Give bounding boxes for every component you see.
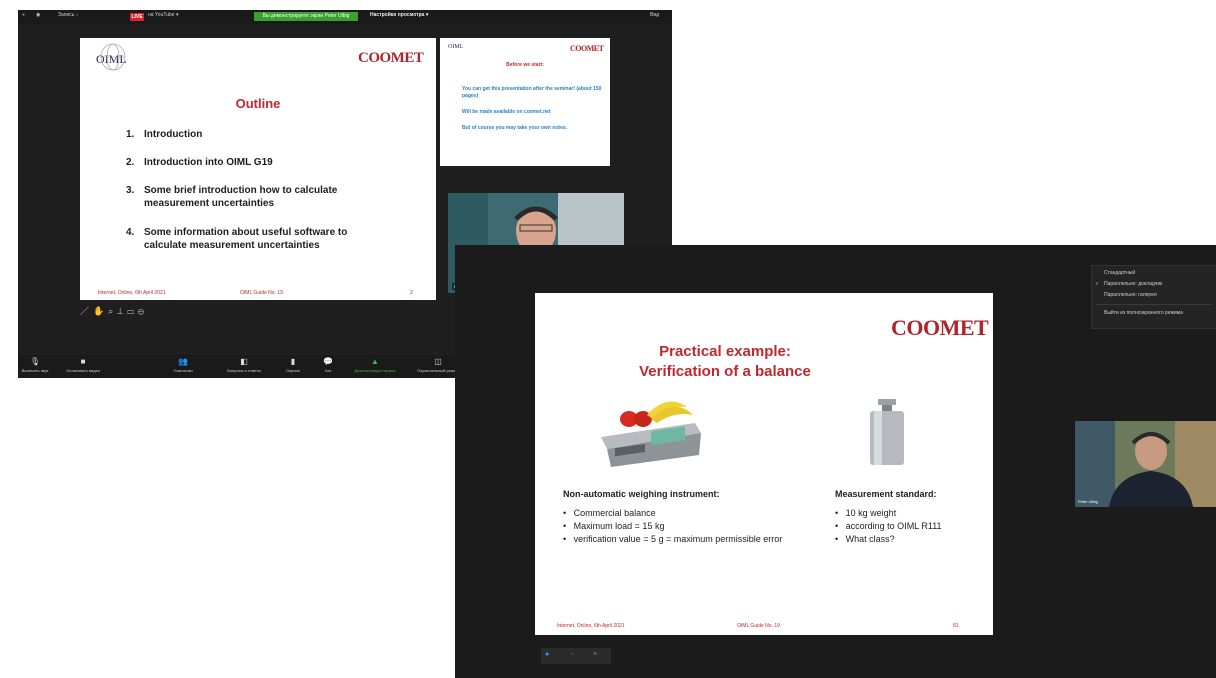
left-bullet: • Maximum load = 15 kg bbox=[563, 521, 665, 531]
side-slide-line: Will be made available on coomet.net bbox=[462, 109, 551, 115]
mic-icon: 🎙 bbox=[29, 357, 41, 366]
left-bullet: • verification value = 5 g = maximum per… bbox=[563, 534, 783, 544]
stream-label[interactable]: на YouTube ▾ bbox=[148, 12, 178, 18]
polls-button[interactable]: ▮ Опросы bbox=[280, 357, 306, 373]
coomet-logo: COOMET bbox=[891, 315, 989, 340]
participants-icon: 👥 bbox=[178, 357, 188, 366]
slide-title: Outline bbox=[235, 96, 281, 111]
poll-icon: ▮ bbox=[290, 357, 296, 366]
annotation-toolbar[interactable]: ／✋⌕⊥▭⊖ bbox=[80, 304, 148, 317]
minus-icon[interactable]: ⊖ bbox=[138, 306, 148, 316]
screen-icon[interactable]: ▭ bbox=[127, 306, 138, 316]
right-bullet: • according to OIML R111 bbox=[835, 521, 942, 531]
share-screen-button[interactable]: ▲ Демонстрация экрана bbox=[348, 357, 402, 373]
chat-icon: 💬 bbox=[323, 357, 333, 366]
side-slide-line: But of course you may take your own note… bbox=[462, 125, 568, 131]
right-bullet: • 10 kg weight bbox=[835, 508, 897, 518]
outline-item: 1. Introduction bbox=[126, 129, 203, 140]
slide-page-number: 81 bbox=[953, 623, 959, 629]
right-heading: Measurement standard: bbox=[835, 489, 937, 499]
slide-footer-mid: OIML Guide No. 19 bbox=[737, 623, 780, 629]
video-icon: ■ bbox=[80, 357, 86, 366]
view-button[interactable]: Вид bbox=[650, 12, 659, 18]
side-slide-preview[interactable]: OIML COOMET Before we start: You can get… bbox=[440, 38, 610, 166]
share-icon: ▲ bbox=[371, 357, 379, 366]
slide-footer-left: Internet, Online, 6th April 2021 bbox=[557, 623, 625, 629]
left-bullet: • Commercial balance bbox=[563, 508, 656, 518]
outline-item: 4. Some information about useful software… bbox=[126, 227, 348, 251]
pen-icon[interactable]: ／ bbox=[80, 306, 93, 316]
shield-icon: ● bbox=[22, 12, 26, 18]
participant-name: Peter Ulbig bbox=[1078, 499, 1098, 504]
qa-icon: ◧ bbox=[240, 357, 248, 366]
slide-page-number: 2 bbox=[410, 290, 413, 296]
main-slide: OIML COOMET Outline 1. Introduction 2. Int… bbox=[80, 38, 436, 300]
hand-icon[interactable]: ✋ bbox=[93, 306, 108, 316]
balance-image bbox=[601, 401, 701, 467]
zoom-icon[interactable]: ● bbox=[545, 651, 549, 658]
slide-title-line1: Practical example: bbox=[659, 343, 791, 360]
menu-item-exit-fullscreen[interactable]: Выйти из полноэкранного режима bbox=[1104, 310, 1183, 316]
side-slide-line: You can get this presentation after the … bbox=[462, 86, 602, 99]
slide-title-line2: Verification of a balance bbox=[639, 363, 811, 380]
stop-icon[interactable]: ◦ bbox=[571, 651, 573, 658]
mini-toolbar[interactable]: ● ◦ × bbox=[541, 648, 611, 664]
coomet-logo: COOMET bbox=[570, 44, 604, 53]
mute-button[interactable]: 🎙 Включить звук bbox=[20, 357, 50, 373]
chat-button[interactable]: 💬 Чат bbox=[318, 357, 338, 373]
right-bullet: • What class? bbox=[835, 534, 895, 544]
view-options-menu: Стандартный ✓ Параллельно: докладчик Пар… bbox=[1091, 265, 1216, 329]
zoom-icon[interactable]: ⌕ bbox=[108, 306, 117, 316]
menu-item-side-by-side-speaker[interactable]: Параллельно: докладчик bbox=[1104, 281, 1162, 287]
speaker-video-frame bbox=[1075, 421, 1216, 507]
top-toolbar: ● ◉ Запись ↓ LIVE на YouTube ▾ Вы демонс… bbox=[18, 10, 672, 24]
checkmark-icon: ✓ bbox=[1095, 281, 1100, 287]
menu-item-side-by-side-gallery[interactable]: Параллельно: галерея bbox=[1104, 292, 1157, 298]
live-badge[interactable]: LIVE bbox=[130, 13, 144, 21]
slide-footer-left: Internet, Online, 6th April 2021 bbox=[98, 290, 166, 296]
close-icon[interactable]: × bbox=[593, 651, 597, 658]
menu-divider bbox=[1096, 304, 1212, 305]
participant-video[interactable]: Peter Ulbig bbox=[1075, 421, 1216, 507]
zoom-window-balance: COOMET Practical example: Verification o… bbox=[455, 245, 1216, 678]
sharing-banner: Вы демонстрируете экран Peter Ulbig bbox=[254, 12, 358, 21]
view-options-button[interactable]: Настройки просмотра ▾ bbox=[370, 12, 428, 18]
outline-item: 2. Introduction into OIML G19 bbox=[126, 157, 273, 168]
outline-item: 3. Some brief introduction how to calcula… bbox=[126, 185, 338, 209]
record-icon[interactable]: ◉ bbox=[36, 12, 40, 18]
menu-item-standard[interactable]: Стандартный bbox=[1104, 270, 1135, 276]
globe-icon bbox=[100, 43, 126, 71]
oiml-logo: OIML bbox=[448, 44, 464, 50]
participants-button[interactable]: 👥 Участники bbox=[168, 357, 198, 373]
coomet-logo: COOMET bbox=[358, 50, 424, 66]
main-slide: COOMET Practical example: Verification o… bbox=[535, 293, 993, 635]
slide-footer-mid: OIML Guide No. 19 bbox=[240, 290, 283, 296]
side-slide-title: Before we start: bbox=[506, 62, 544, 68]
recording-label[interactable]: Запись ↓ bbox=[58, 12, 78, 18]
qa-button[interactable]: ◧ Вопросы и ответы bbox=[224, 357, 264, 373]
video-button[interactable]: ■ Остановить видео bbox=[60, 357, 106, 373]
left-heading: Non-automatic weighing instrument: bbox=[563, 489, 720, 499]
weight-image bbox=[870, 399, 904, 465]
pointer-icon[interactable]: ⊥ bbox=[117, 306, 127, 316]
